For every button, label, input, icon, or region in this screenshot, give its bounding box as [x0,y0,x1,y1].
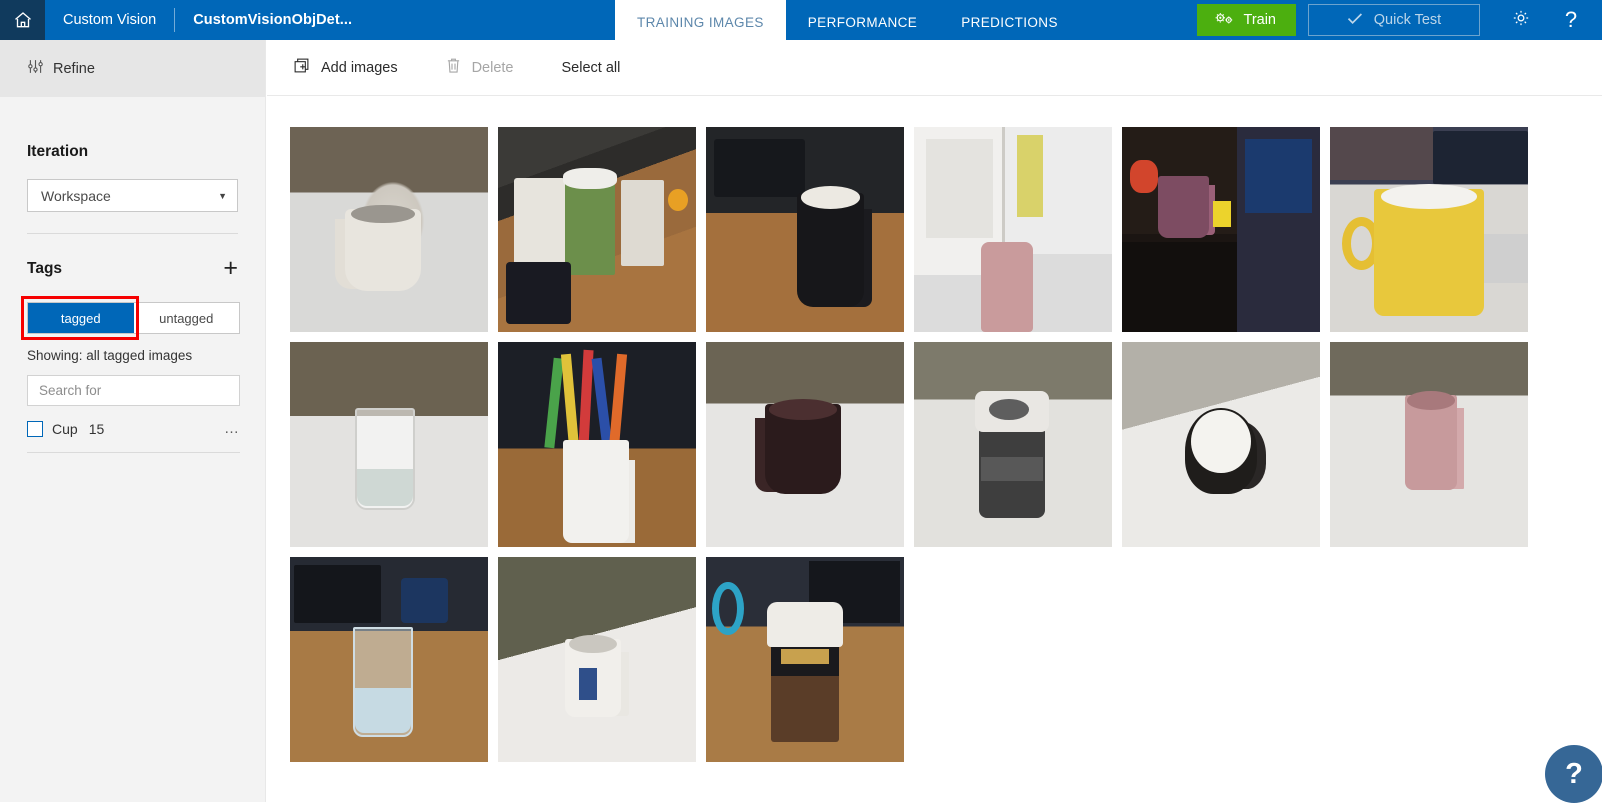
delete-button: Delete [446,57,514,78]
tab-performance[interactable]: PERFORMANCE [786,0,939,44]
add-image-icon [293,57,310,78]
tag-filter-toggle-wrap: tagged untagged [27,302,240,334]
image-thumbnail [706,557,904,762]
main-content: Add images Delete Select all [267,40,1602,802]
training-image-tile[interactable] [498,127,696,332]
image-thumbnail [290,342,488,547]
checkmark-icon [1347,12,1363,29]
gears-icon [1213,10,1235,31]
select-all-label: Select all [562,60,621,76]
sidebar-divider [27,233,238,234]
image-thumbnail [498,342,696,547]
image-thumbnail [498,127,696,332]
help-fab-button[interactable]: ? [1545,745,1602,803]
training-image-tile[interactable] [290,127,488,332]
sidebar: Refine Iteration Workspace ▼ Tags + tagg… [0,40,266,802]
tags-header: Tags + [27,256,238,281]
tag-list-divider [27,452,240,453]
training-image-tile[interactable] [498,342,696,547]
tab-performance-label: PERFORMANCE [808,15,917,30]
image-thumbnail [1122,127,1320,332]
refine-label: Refine [53,61,95,77]
tag-count-label: 15 [89,421,105,437]
tab-predictions-label: PREDICTIONS [961,15,1058,30]
training-image-tile[interactable] [1330,342,1528,547]
train-button[interactable]: Train [1197,4,1297,36]
iteration-select[interactable]: Workspace ▼ [27,179,238,212]
header-divider [174,8,175,32]
tab-training-images[interactable]: TRAINING IMAGES [615,0,786,44]
training-images-grid [267,96,1579,762]
search-input[interactable] [27,375,240,406]
training-image-tile[interactable] [914,127,1112,332]
image-thumbnail [1122,342,1320,547]
chevron-down-icon: ▼ [218,191,227,201]
training-image-tile[interactable] [1122,342,1320,547]
home-button[interactable] [0,0,45,40]
add-images-label: Add images [321,60,398,76]
quick-test-button-label: Quick Test [1374,12,1441,28]
training-image-tile[interactable] [290,557,488,762]
iteration-title: Iteration [27,143,238,161]
home-icon [13,10,33,30]
settings-button[interactable] [1504,3,1538,37]
image-thumbnail [290,557,488,762]
project-name-label: CustomVisionObjDet... [193,12,352,28]
tags-title: Tags [27,260,62,278]
trash-icon [446,57,461,78]
brand-link[interactable]: Custom Vision [45,0,156,40]
training-image-tile[interactable] [706,127,904,332]
image-thumbnail [914,127,1112,332]
tab-training-images-label: TRAINING IMAGES [637,15,764,30]
add-images-button[interactable]: Add images [293,57,398,78]
project-name[interactable]: CustomVisionObjDet... [193,0,352,40]
tagged-filter-button[interactable]: tagged [28,303,134,333]
gear-icon [1511,8,1531,33]
train-button-label: Train [1244,12,1277,28]
training-image-tile[interactable] [498,557,696,762]
iteration-select-value: Workspace [41,188,111,204]
training-image-tile[interactable] [1330,127,1528,332]
tab-predictions[interactable]: PREDICTIONS [939,0,1080,44]
image-thumbnail [1330,342,1528,547]
question-mark-icon: ? [1565,758,1583,791]
training-image-tile[interactable] [914,342,1112,547]
tagged-filter-label: tagged [61,311,101,326]
images-toolbar: Add images Delete Select all [267,40,1602,96]
tag-filter-toggle: tagged untagged [27,302,240,334]
untagged-filter-button[interactable]: untagged [134,303,240,333]
main-tabs: TRAINING IMAGES PERFORMANCE PREDICTIONS [615,0,1080,44]
training-image-tile[interactable] [706,342,904,547]
image-thumbnail [290,127,488,332]
untagged-filter-label: untagged [159,311,213,326]
tag-name-label: Cup [52,421,78,437]
question-mark-icon: ? [1565,7,1577,33]
refine-button[interactable]: Refine [0,40,265,97]
select-all-button[interactable]: Select all [562,60,621,76]
tag-list-item-cup[interactable]: Cup 15 … [27,420,240,437]
image-thumbnail [914,342,1112,547]
brand-label: Custom Vision [63,12,156,28]
quick-test-button[interactable]: Quick Test [1308,4,1480,36]
image-thumbnail [1330,127,1528,332]
training-image-tile[interactable] [706,557,904,762]
delete-label: Delete [472,60,514,76]
header-actions: Train Quick Test ? [1197,0,1602,40]
ellipsis-icon[interactable]: … [224,420,240,437]
showing-status-text: Showing: all tagged images [27,348,238,363]
plus-icon[interactable]: + [223,256,238,281]
tag-checkbox[interactable] [27,421,43,437]
header-help-button[interactable]: ? [1554,3,1588,37]
training-image-tile[interactable] [290,342,488,547]
training-image-tile[interactable] [1122,127,1320,332]
sliders-icon [27,58,44,79]
sidebar-body: Iteration Workspace ▼ Tags + tagged unta… [0,143,265,453]
image-thumbnail [706,342,904,547]
app-header: Custom Vision CustomVisionObjDet... TRAI… [0,0,1602,40]
image-thumbnail [498,557,696,762]
image-thumbnail [706,127,904,332]
